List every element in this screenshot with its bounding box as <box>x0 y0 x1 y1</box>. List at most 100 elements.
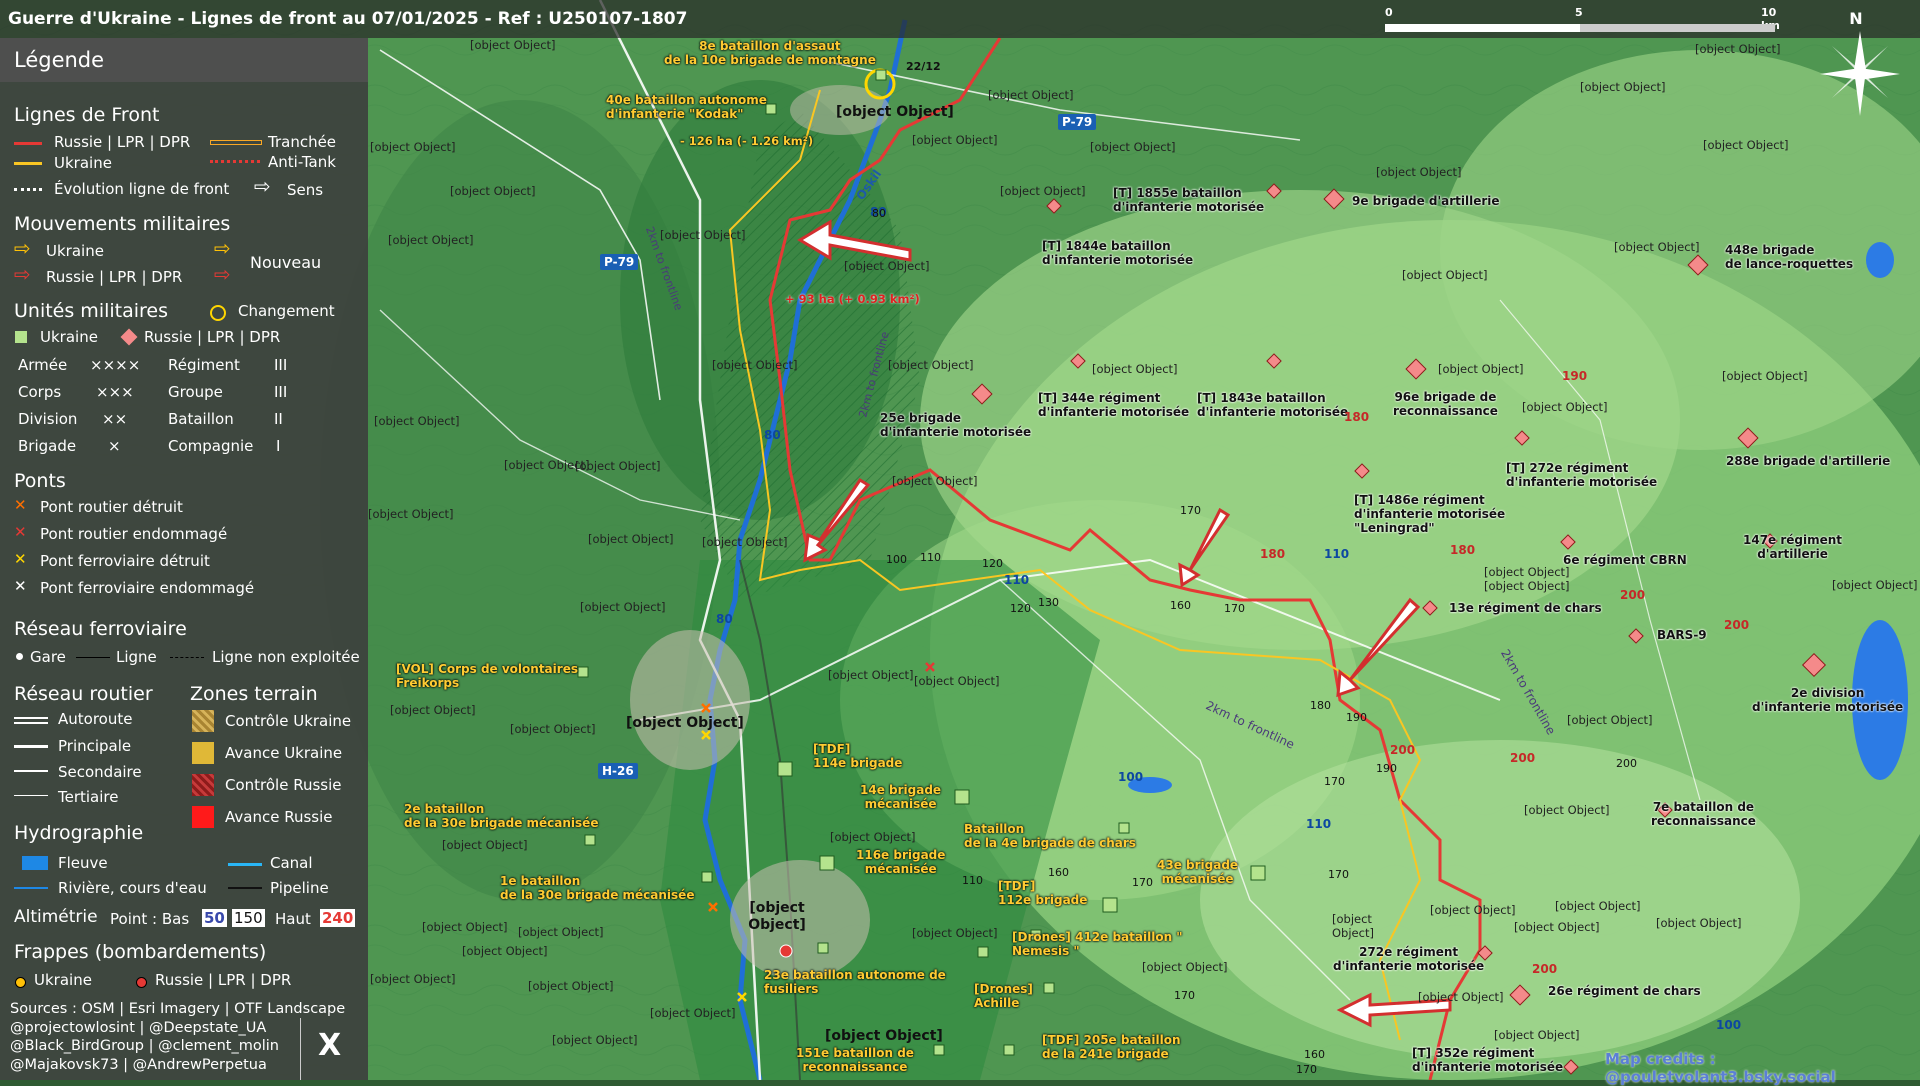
town-novoiehorivka[interactable]: [object Object] <box>1703 138 1789 152</box>
town-stepova-novoselivka[interactable]: [object Object] <box>1332 912 1402 940</box>
town-lyman-pershyi[interactable]: [object Object] <box>888 358 974 372</box>
unit-ru-1843e[interactable]: [T] 1843e bataillon d'infanterie motoris… <box>1197 391 1348 419</box>
town-palamarivka[interactable]: [object Object] <box>368 507 454 521</box>
town-nova-tarasivka[interactable]: [object Object] <box>1656 916 1742 930</box>
town-lozova-druha[interactable]: [object Object] <box>470 38 556 52</box>
town-doroshivka[interactable]: [object Object] <box>450 184 536 198</box>
town-ivanivka-south[interactable]: [object Object] <box>1430 903 1516 917</box>
unit-ua-112e-tdf[interactable]: [TDF] 112e brigade <box>998 879 1087 907</box>
map-credits[interactable]: Map credits : @pouletvolant3.bsky.social <box>1605 1050 1920 1086</box>
unit-ua-412e-nemesis[interactable]: [Drones] 412e bataillon " Nemesis " <box>1012 930 1183 958</box>
town-kupiansk-vuzlovyi[interactable]: [object Object] <box>742 900 812 934</box>
town-kalynove[interactable]: [object Object] <box>712 358 798 372</box>
town-pershotravneve[interactable]: [object Object] <box>1484 579 1570 593</box>
town-petropavlivka[interactable]: [object Object] <box>914 674 1000 688</box>
town-arapivka[interactable]: [object Object] <box>1832 578 1918 592</box>
town-dvorichne[interactable]: [object Object] <box>988 88 1074 102</box>
unit-ru-bars9[interactable]: BARS-9 <box>1657 628 1707 642</box>
unit-ru-344e[interactable]: [T] 344e régiment d'infanterie motorisée <box>1038 391 1189 419</box>
unit-ua-8e-bataillon[interactable]: 8e bataillon d'assaut de la 10e brigade … <box>664 39 876 67</box>
town-radkivka[interactable]: [object Object] <box>588 532 674 546</box>
town-kotlarivka[interactable]: [object Object] <box>1494 1028 1580 1042</box>
town-zatyshne[interactable]: [object Object] <box>1555 899 1641 913</box>
unit-ru-1855e[interactable]: [T] 1855e bataillon d'infanterie motoris… <box>1113 186 1264 214</box>
town-zapadne[interactable]: [object Object] <box>660 228 746 242</box>
town-sobolivka[interactable]: [object Object] <box>510 722 596 736</box>
unit-ru-272e-south[interactable]: 272e régiment d'infanterie motorisée <box>1333 945 1484 973</box>
town-nechvolodivka[interactable]: [object Object] <box>390 703 476 717</box>
town-prokopivka[interactable]: [object Object] <box>528 979 614 993</box>
town-kindrashivka[interactable]: [object Object] <box>575 459 661 473</box>
town-blahodativka[interactable]: [object Object] <box>442 838 528 852</box>
unit-ua-drones-achille[interactable]: [Drones] Achille <box>974 982 1033 1010</box>
unit-ua-151e-reconnaissance[interactable]: 151e bataillon de reconnaissance <box>796 1046 914 1074</box>
unit-ua-205e-tdf[interactable]: [TDF] 205e bataillon de la 241e brigade <box>1042 1033 1181 1061</box>
unit-ua-bat-4e-chars[interactable]: Bataillon de la 4e brigade de chars <box>964 822 1136 850</box>
unit-ua-43e-mecanisee[interactable]: 43e brigade mécanisée <box>1157 858 1238 886</box>
town-osinovo[interactable]: [object Object] <box>650 1006 736 1020</box>
town-kupiansk[interactable]: [object Object] <box>626 715 744 731</box>
unit-ru-96e-reconnaissance[interactable]: 96e brigade de reconnaissance <box>1393 390 1498 418</box>
unit-ru-9e-artillerie[interactable]: 9e brigade d'artillerie <box>1352 194 1500 208</box>
unit-ua-2e-bat-30e[interactable]: 2e bataillon de la 30e brigade mécanisée <box>404 802 598 830</box>
town-mykolaivka[interactable]: [object Object] <box>1567 713 1653 727</box>
town-moskovka[interactable]: [object Object] <box>580 600 666 614</box>
unit-ua-23e-fusiliers[interactable]: 23e bataillon autonome de fusiliers <box>764 968 946 996</box>
unit-ru-448e[interactable]: 448e brigade de lance-roquettes <box>1725 243 1853 271</box>
unit-ru-2e-division[interactable]: 2e division d'infanterie motorisée <box>1752 686 1903 714</box>
town-poidunivka[interactable]: [object Object] <box>370 972 456 986</box>
town-kurylivka[interactable]: [object Object] <box>912 926 998 940</box>
unit-ru-272e-north[interactable]: [T] 272e régiment d'infanterie motorisée <box>1506 461 1657 489</box>
town-tavilzhanka[interactable]: [object Object] <box>1090 140 1176 154</box>
town-holubivka[interactable]: [object Object] <box>702 535 788 549</box>
road-secondary-swatch <box>14 770 48 772</box>
town-dvorichna[interactable]: [object Object] <box>836 104 954 120</box>
unit-ru-25e-brigade[interactable]: 25e brigade d'infanterie motorisée <box>880 411 1031 439</box>
unit-ru-147e-artillerie[interactable]: 147e régiment d'artillerie <box>1743 533 1842 561</box>
unit-ua-14e-mecanisee[interactable]: 14e brigade mécanisée <box>860 783 941 811</box>
town-pischane[interactable]: [object Object] <box>1142 960 1228 974</box>
x-logo-icon[interactable]: X <box>318 1028 341 1063</box>
town-berestove[interactable]: [object Object] <box>1580 80 1666 94</box>
town-boldyrivka[interactable]: [object Object] <box>552 1033 638 1047</box>
unit-ru-13e-chars[interactable]: 13e régiment de chars <box>1449 601 1602 615</box>
unit-ua-freikorps[interactable]: [VOL] Corps de volontaires Freikorps <box>396 662 578 690</box>
town-velyka-shapkivka[interactable]: [object Object] <box>374 414 460 428</box>
town-masiutivka[interactable]: [object Object] <box>844 259 930 273</box>
town-tamarhanivka[interactable]: [object Object] <box>462 944 548 958</box>
unit-ua-1e-bat-30e[interactable]: 1e bataillon de la 30e brigade mécanisée <box>500 874 694 902</box>
unit-ua-40e-kodak[interactable]: 40e bataillon autonome d'infanterie "Kod… <box>606 93 767 121</box>
town-kivsharivka[interactable]: [object Object] <box>825 1028 943 1044</box>
unit-ru-352e[interactable]: [T] 352e régiment d'infanterie motorisée <box>1412 1046 1563 1074</box>
unit-ru-26e-chars[interactable]: 26e régiment de chars <box>1548 984 1701 998</box>
town-vasylivka[interactable]: [object Object] <box>370 140 456 154</box>
town-mechnikove[interactable]: [object Object] <box>1722 369 1808 383</box>
town-synkivka[interactable]: [object Object] <box>892 474 978 488</box>
town-petrivske[interactable]: [object Object] <box>1402 268 1488 282</box>
town-hrakove[interactable]: [object Object] <box>1695 42 1781 56</box>
town-kucherivka[interactable]: [object Object] <box>828 668 914 682</box>
town-stinka[interactable]: [object Object] <box>518 925 604 939</box>
town-manuilivka[interactable]: [object Object] <box>1484 565 1570 579</box>
town-osadkivka[interactable]: [object Object] <box>422 920 508 934</box>
town-dobroliubivka[interactable]: [object Object] <box>1522 400 1608 414</box>
movements-heading: Mouvements militaires <box>14 213 231 235</box>
unit-ru-1486e-leningrad[interactable]: [T] 1486e régiment d'infanterie motorisé… <box>1354 493 1505 535</box>
town-yahidne[interactable]: [object Object] <box>1514 920 1600 934</box>
town-vilshana[interactable]: [object Object] <box>1092 362 1178 376</box>
town-horobivka[interactable]: [object Object] <box>1000 184 1086 198</box>
unit-ru-6e-cbrn[interactable]: 6e régiment CBRN <box>1563 553 1687 567</box>
unit-ru-1844e[interactable]: [T] 1844e bataillon d'infanterie motoris… <box>1042 239 1193 267</box>
town-kyslivka[interactable]: [object Object] <box>1418 990 1504 1004</box>
town-podoly[interactable]: [object Object] <box>830 830 916 844</box>
town-hrianykivka[interactable]: [object Object] <box>912 133 998 147</box>
town-monachynivka[interactable]: [object Object] <box>388 233 474 247</box>
town-orlianka[interactable]: [object Object] <box>1524 803 1610 817</box>
unit-ua-116e-mecanisee[interactable]: 116e brigade mécanisée <box>856 848 945 876</box>
town-tokarivka[interactable]: [object Object] <box>1438 362 1524 376</box>
unit-ru-7e-reconnaissance[interactable]: 7e bataillon de reconnaissance <box>1651 800 1756 828</box>
unit-ua-114e-tdf[interactable]: [TDF] 114e brigade <box>813 742 902 770</box>
town-velykyi-vyselok[interactable]: [object Object] <box>1376 165 1462 179</box>
unit-ru-288e-artillerie[interactable]: 288e brigade d'artillerie <box>1726 454 1890 468</box>
town-ivanivka-north[interactable]: [object Object] <box>1614 240 1700 254</box>
